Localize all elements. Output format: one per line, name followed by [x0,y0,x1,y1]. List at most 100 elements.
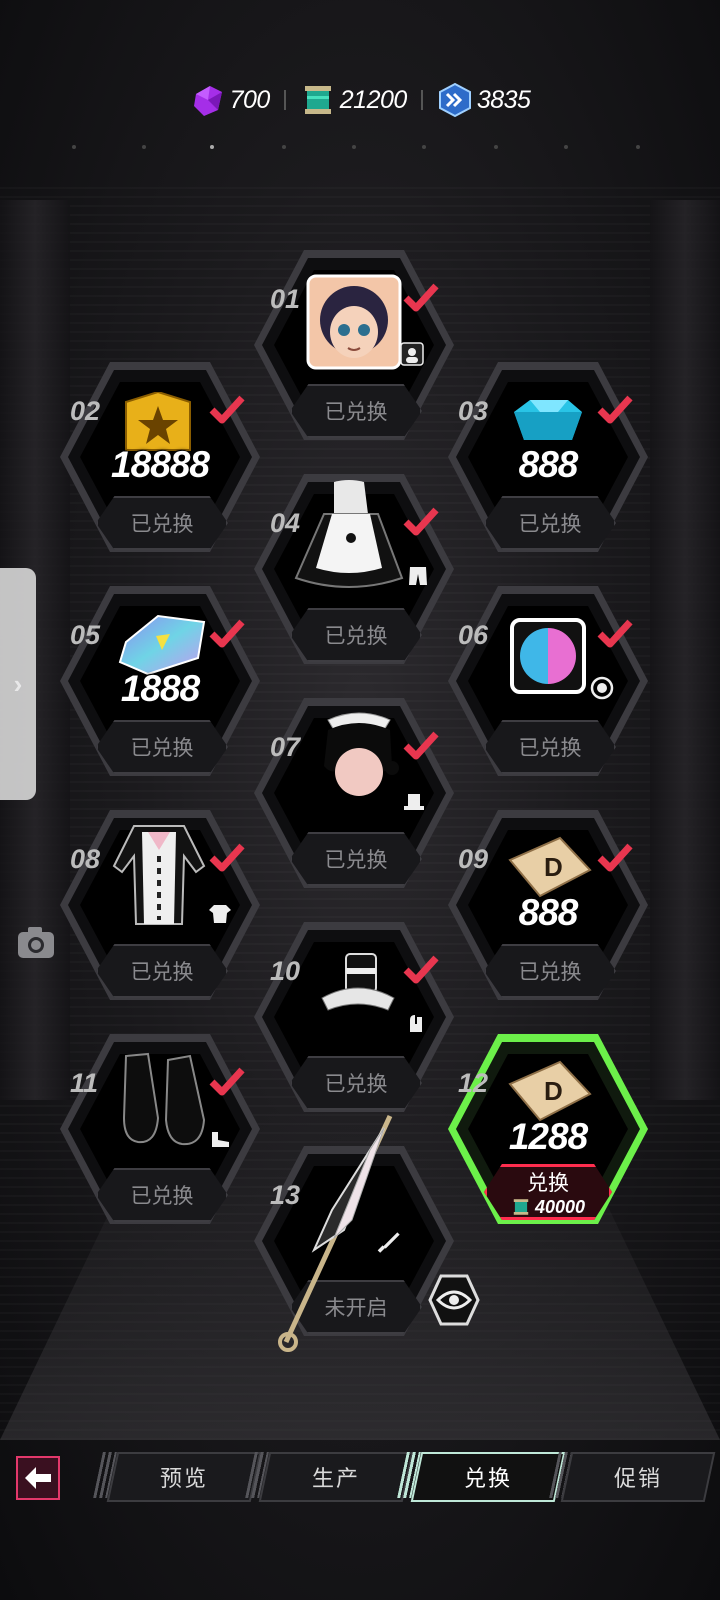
tab-preview[interactable]: 预览 [106,1452,262,1502]
weapon-type-icon [377,1232,400,1253]
check-icon [209,619,245,648]
redeemed-button[interactable]: 已兑换 [290,608,422,662]
reward-node-11[interactable]: 11 已兑换 [60,1034,260,1244]
node-number: 02 [70,396,101,426]
reward-amount: 888 [518,444,579,485]
profile-type-icon [400,342,424,366]
currency-separator [420,90,423,110]
preview-eye-icon[interactable] [428,1274,480,1326]
reward-node-12[interactable]: D 12 1288 兑换 40000 [448,1034,648,1244]
check-icon [209,1067,245,1096]
redeem-cost: 40000 [511,1197,585,1218]
redeemed-button[interactable]: 已兑换 [290,832,422,886]
tab-label: 生产 [311,1466,360,1491]
reward-amount: 888 [518,892,579,933]
right-pillar [650,200,720,1100]
redeemed-button[interactable]: 已兑换 [290,1056,422,1110]
top-type-icon [209,905,231,923]
reward-node-05[interactable]: 05 1888 已兑换 [60,586,260,796]
currency-token[interactable]: 3835 [437,82,531,118]
black-shoes-item [116,1048,212,1153]
reward-amount: 1888 [120,668,200,709]
redeemed-button[interactable]: 已兑换 [484,944,616,998]
svg-text:D: D [544,1076,563,1106]
bottoms-type-icon [409,567,427,585]
redeemed-button[interactable]: 已兑换 [484,496,616,550]
tab-label: 预览 [159,1466,208,1491]
node-number: 07 [270,732,301,762]
purple-gem-icon [193,86,222,116]
reward-node-01[interactable]: 01 已兑换 [254,250,454,460]
accessory-type-icon [410,1015,422,1032]
gem-count: 700 [229,85,271,114]
check-icon [597,619,633,648]
redeemed-button[interactable]: 已兑换 [96,1168,228,1222]
top-dot-row [0,145,720,151]
reward-node-07[interactable]: 07 已兑换 [254,698,454,908]
reward-node-13[interactable]: 13 未开启 [254,1114,454,1356]
reward-node-08[interactable]: 08 已兑换 [60,810,260,1020]
node-number: 03 [458,396,489,426]
maid-headpiece-item [314,706,404,803]
node-number: 01 [270,284,301,314]
reward-node-10[interactable]: 10 已兑换 [254,922,454,1132]
green-scroll-icon [304,86,331,114]
side-drawer-toggle[interactable]: › [0,568,36,800]
node-number: 09 [458,844,489,874]
token-count: 3835 [476,85,531,114]
arrow-left-icon [25,1467,51,1489]
reward-node-03[interactable]: 03 888 已兑换 [448,362,648,572]
green-scroll-icon [513,1199,529,1215]
redeemed-button[interactable]: 已兑换 [290,384,422,438]
tab-promotion[interactable]: 促销 [560,1452,716,1502]
bottom-tab-bar: 预览 生产 兑换 促销 [0,1448,720,1506]
redeemed-button[interactable]: 已兑换 [96,496,228,550]
maid-skirt-item [294,478,404,603]
mini-top-hat-item [318,948,398,1033]
reward-amount: 1288 [508,1116,588,1157]
check-icon [209,395,245,424]
chevron-right-icon: › [13,668,23,699]
svg-text:D: D [544,852,563,882]
check-icon [403,283,439,312]
headwear-type-icon [404,794,424,810]
redeemed-button[interactable]: 已兑换 [484,720,616,774]
back-button[interactable] [16,1456,60,1500]
reward-amount: 18888 [111,444,210,485]
tab-produce[interactable]: 生产 [258,1452,414,1502]
color-swatch-item [510,618,586,699]
maid-top-item [104,816,214,935]
avatar-portrait-item [306,274,402,375]
currency-bar: 700 21200 3835 [0,78,720,122]
currency-gem[interactable]: 700 [190,82,270,118]
node-number: 10 [270,956,301,986]
redeem-label: 兑换 [527,1171,569,1195]
blue-chevron-token-icon [438,82,471,118]
node-number: 06 [458,620,489,650]
tab-label: 兑换 [463,1466,512,1491]
reward-node-02[interactable]: 02 18888 已兑换 [60,362,260,572]
currency-scroll[interactable]: 21200 [300,82,407,118]
node-number: 04 [270,508,301,538]
redeemed-button[interactable]: 已兑换 [96,944,228,998]
check-icon [597,843,633,872]
blue-crystal-item [510,398,586,449]
check-icon [403,955,439,984]
redeem-button[interactable]: 兑换 40000 [484,1164,612,1220]
shoes-type-icon [212,1132,229,1147]
check-icon [209,843,245,872]
reward-node-06[interactable]: 06 已兑换 [448,586,648,796]
reward-node-09[interactable]: D 09 888 已兑换 [448,810,648,1020]
cost-value: 40000 [534,1196,586,1217]
node-number: 05 [70,620,101,650]
node-number: 11 [70,1068,99,1098]
currency-separator [283,90,286,110]
tab-exchange[interactable]: 兑换 [410,1452,566,1502]
redeemed-button[interactable]: 已兑换 [96,720,228,774]
check-icon [403,731,439,760]
camera-icon[interactable] [16,924,56,960]
scroll-count: 21200 [339,85,408,114]
check-icon [403,507,439,536]
node-number: 12 [458,1068,489,1098]
reward-node-04[interactable]: 04 已兑换 [254,474,454,684]
